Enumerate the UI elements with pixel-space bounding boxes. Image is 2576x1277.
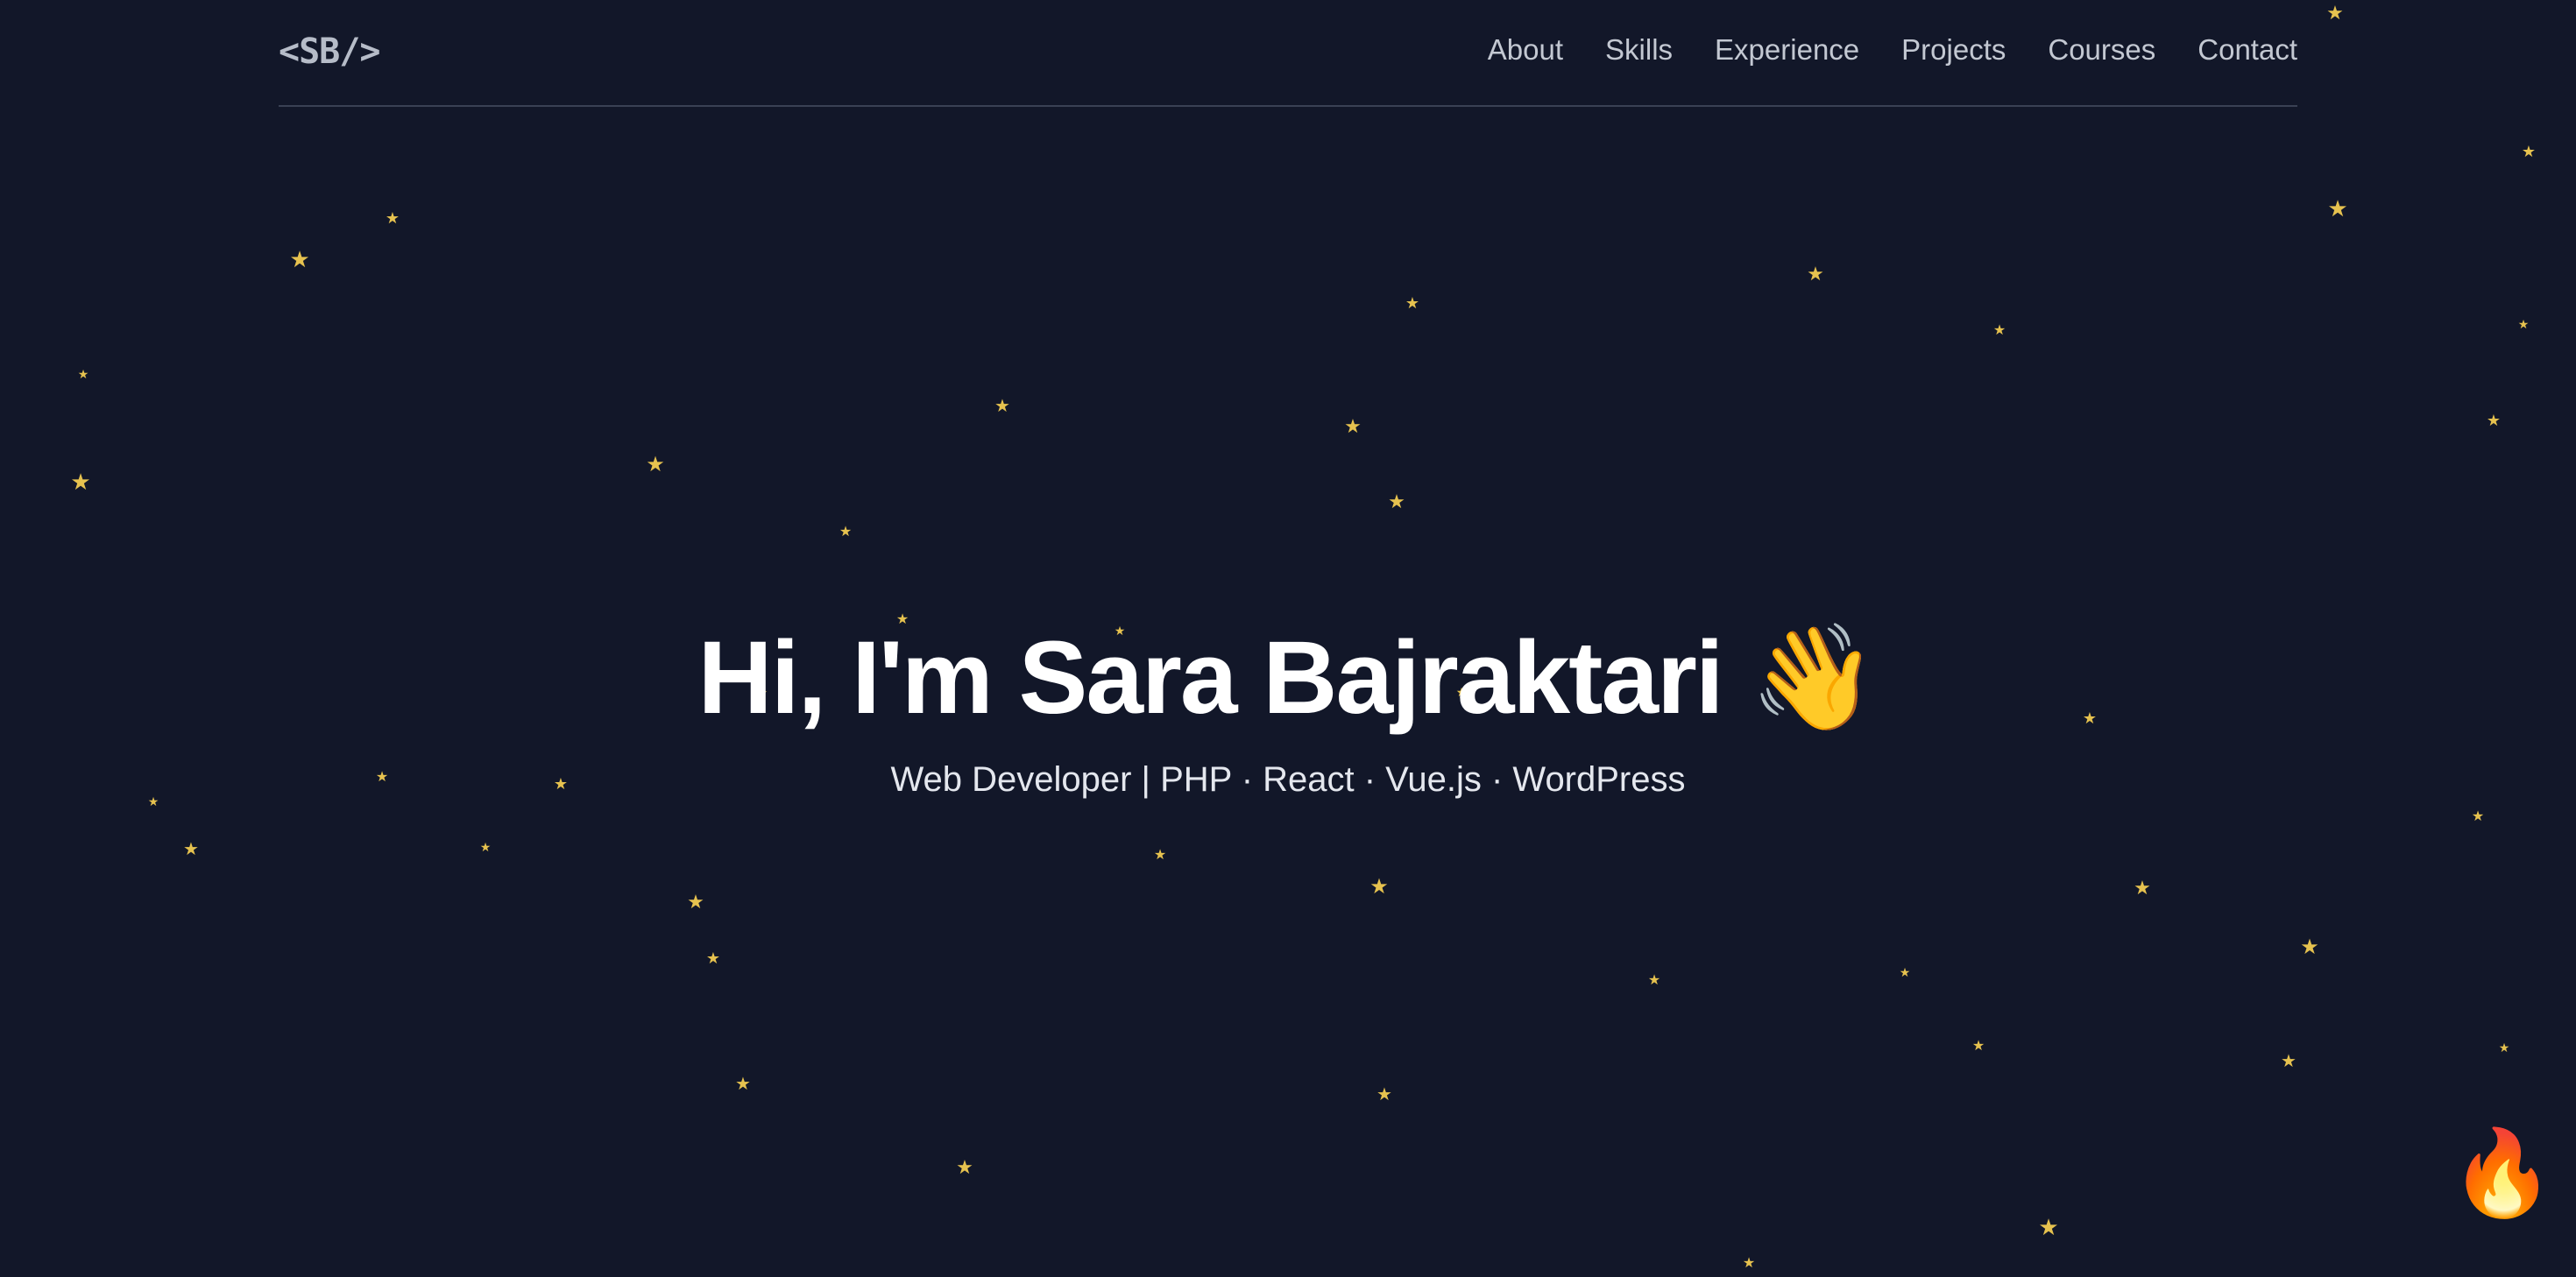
star-icon: ★: [183, 840, 199, 859]
nav-link-courses[interactable]: Courses: [2048, 33, 2155, 67]
fire-icon[interactable]: 🔥: [2450, 1132, 2555, 1216]
star-icon: ★: [1742, 1256, 1756, 1271]
star-icon: ★: [2326, 2, 2344, 24]
logo[interactable]: <SB/>: [279, 32, 380, 72]
nav-link-experience[interactable]: Experience: [1715, 33, 1859, 67]
star-icon: ★: [2300, 935, 2319, 959]
star-icon: ★: [2517, 317, 2530, 331]
star-icon: ★: [385, 209, 400, 227]
star-icon: ★: [2134, 877, 2151, 899]
star-icon: ★: [1388, 490, 1405, 512]
star-icon: ★: [2498, 1041, 2510, 1055]
star-icon: ★: [2521, 143, 2537, 160]
star-icon: ★: [70, 469, 91, 495]
star-icon: ★: [2327, 195, 2348, 222]
star-icon: ★: [994, 397, 1010, 416]
star-icon: ★: [1807, 263, 1824, 285]
star-icon: ★: [1344, 415, 1362, 437]
nav-link-skills[interactable]: Skills: [1605, 33, 1673, 67]
star-icon: ★: [2281, 1052, 2296, 1071]
star-icon: ★: [646, 453, 665, 476]
hero-title-text: Hi, I'm Sara Bajraktari: [697, 620, 1724, 736]
hero-title: Hi, I'm Sara Bajraktari 👋: [0, 617, 2576, 738]
star-icon: ★: [1376, 1085, 1392, 1104]
star-icon: ★: [735, 1075, 751, 1094]
star-icon: ★: [289, 246, 310, 272]
star-icon: ★: [839, 525, 853, 540]
hero-subtitle: Web Developer | PHP · React · Vue.js · W…: [890, 760, 1686, 799]
waving-hand-icon: 👋: [1749, 620, 1879, 736]
star-icon: ★: [1369, 875, 1389, 899]
star-icon: ★: [1971, 1039, 1985, 1054]
star-icon: ★: [479, 840, 492, 854]
page: ★ ★ ★ ★ ★ ★ ★ ★ ★ ★ ★ ★ ★ ★ ★ ★ ★ ★ ★ ★ ★ ★ ★ ★ ★ ★ ★ ★ ★ ★ ★ ★ ★ ★ ★ ★ ★ ★ ★ ★…: [0, 0, 2576, 1277]
main-nav: About Skills Experience Projects Courses…: [1488, 33, 2297, 67]
nav-link-projects[interactable]: Projects: [1901, 33, 2006, 67]
star-icon: ★: [1992, 323, 2006, 338]
star-icon: ★: [1647, 973, 1661, 988]
star-icon: ★: [956, 1156, 973, 1178]
star-icon: ★: [1405, 294, 1420, 312]
star-icon: ★: [1153, 848, 1167, 863]
nav-link-contact[interactable]: Contact: [2197, 33, 2297, 67]
nav-link-about[interactable]: About: [1488, 33, 1563, 67]
star-icon: ★: [2038, 1214, 2059, 1240]
star-icon: ★: [2486, 412, 2502, 429]
star-icon: ★: [77, 367, 89, 381]
star-icon: ★: [705, 949, 721, 967]
star-icon: ★: [687, 891, 704, 913]
site-header: <SB/> About Skills Experience Projects C…: [279, 0, 2297, 107]
star-icon: ★: [1899, 965, 1911, 979]
star-icon: ★: [2471, 809, 2485, 824]
